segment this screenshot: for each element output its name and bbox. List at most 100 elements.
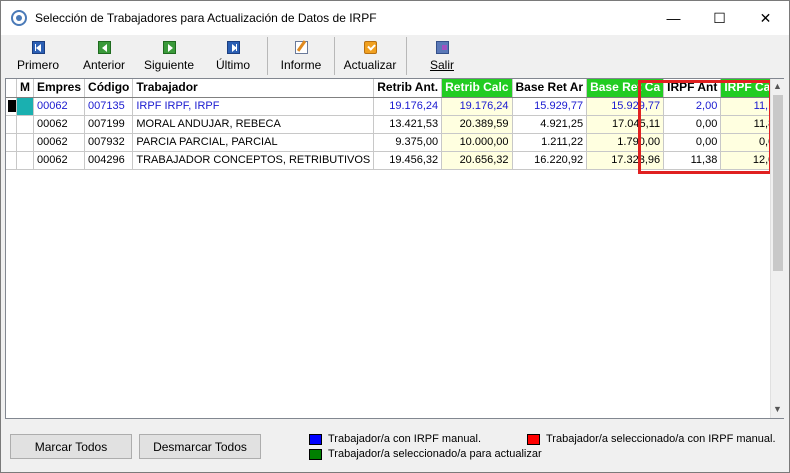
base-ret-ant-cell: 4.921,25	[512, 115, 588, 134]
empresa-cell: 00062	[33, 97, 86, 116]
exit-icon	[435, 41, 449, 54]
row-indicator	[6, 151, 17, 170]
last-icon	[226, 41, 240, 54]
next-label: Siguiente	[143, 58, 195, 72]
header-codigo[interactable]: Código	[84, 79, 134, 98]
irpf-ant-cell: 0,00	[663, 133, 722, 152]
legend-manual: Trabajador/a con IRPF manual.	[309, 433, 481, 445]
base-ret-ant-cell: 16.220,92	[512, 151, 588, 170]
toolbar: Primero Anterior Siguiente Último Inform…	[1, 35, 789, 77]
scroll-thumb[interactable]	[773, 95, 783, 271]
retrib-calc-cell: 10.000,00	[441, 133, 513, 152]
window-title: Selección de Trabajadores para Actualiza…	[35, 11, 377, 25]
base-ret-ant-cell: 15.929,77	[512, 97, 588, 116]
last-label: Último	[215, 58, 250, 72]
report-label: Informe	[280, 58, 322, 72]
unmark-all-button[interactable]: Desmarcar Todos	[139, 434, 261, 459]
app-logo-icon	[11, 10, 27, 26]
previous-icon	[97, 41, 111, 54]
legend-manual-label: Trabajador/a con IRPF manual.	[328, 433, 482, 445]
report-button[interactable]: Informe	[273, 37, 329, 75]
empresa-cell: 00062	[33, 133, 86, 152]
table-row[interactable]: 00062 007932 PARCIA PARCIAL, PARCIAL 9.3…	[6, 133, 785, 152]
maximize-button[interactable]: ☐	[697, 1, 742, 35]
mark-cell[interactable]	[16, 97, 34, 116]
base-ret-ant-cell: 1.211,22	[512, 133, 588, 152]
mark-cell[interactable]	[16, 151, 34, 170]
first-icon	[31, 41, 45, 54]
base-ret-calc-cell: 17.323,96	[586, 151, 665, 170]
update-label: Actualizar	[343, 58, 397, 72]
header-irpf-ant[interactable]: IRPF Ant	[663, 79, 722, 98]
next-button[interactable]: Siguiente	[139, 37, 199, 75]
row-indicator	[6, 115, 17, 134]
retrib-ant-cell: 19.176,24	[373, 97, 443, 116]
legend-swatch-red	[527, 433, 540, 445]
vertical-scrollbar[interactable]: ▲ ▼	[770, 79, 784, 418]
header-trabajador[interactable]: Trabajador	[132, 79, 375, 98]
toolbar-separator	[267, 37, 268, 75]
trabajador-cell: PARCIA PARCIAL, PARCIAL	[132, 133, 375, 152]
legend-selected-update: Trabajador/a seleccionado/a para actuali…	[309, 448, 542, 460]
previous-label: Anterior	[82, 58, 126, 72]
last-button[interactable]: Último	[205, 37, 261, 75]
base-ret-calc-cell: 1.790,00	[586, 133, 665, 152]
trabajador-cell: IRPF IRPF, IRPF	[132, 97, 375, 116]
retrib-ant-cell: 19.456,32	[373, 151, 443, 170]
minimize-button[interactable]: —	[651, 1, 696, 35]
row-indicator	[6, 133, 17, 152]
header-base-ret-calc[interactable]: Base Ret Ca	[586, 79, 665, 98]
header-mark[interactable]: M	[16, 79, 34, 98]
table-row[interactable]: 00062 007135 IRPF IRPF, IRPF 19.176,24 1…	[6, 97, 785, 116]
mark-cell[interactable]	[16, 115, 34, 134]
retrib-calc-cell: 19.176,24	[441, 97, 513, 116]
irpf-ant-cell: 0,00	[663, 115, 722, 134]
legend-swatch-green	[309, 448, 322, 460]
scroll-down-icon[interactable]: ▼	[773, 404, 782, 414]
workers-table: M Empres Código Trabajador Retrib Ant. R…	[6, 79, 785, 170]
mark-cell[interactable]	[16, 133, 34, 152]
irpf-ant-cell: 2,00	[663, 97, 722, 116]
header-indicator	[6, 79, 17, 98]
scroll-up-icon[interactable]: ▲	[773, 81, 782, 91]
irpf-ant-cell: 11,38	[663, 151, 722, 170]
close-button[interactable]: ✕	[743, 1, 788, 35]
workers-grid: M Empres Código Trabajador Retrib Ant. R…	[5, 78, 785, 419]
toolbar-separator	[334, 37, 335, 75]
legend-swatch-blue	[309, 433, 322, 445]
trabajador-cell: TRABAJADOR CONCEPTOS, RETRIBUTIVOS	[132, 151, 375, 170]
retrib-calc-cell: 20.389,59	[441, 115, 513, 134]
codigo-cell: 007135	[84, 97, 134, 116]
legend-selected-manual: Trabajador/a seleccionado/a con IRPF man…	[527, 433, 776, 445]
title-bar: Selección de Trabajadores para Actualiza…	[1, 1, 789, 35]
row-pointer-icon	[8, 100, 16, 112]
mark-all-button[interactable]: Marcar Todos	[10, 434, 132, 459]
header-retrib-calc[interactable]: Retrib Calc	[441, 79, 513, 98]
current-row-indicator	[6, 97, 17, 116]
next-icon	[162, 41, 176, 54]
table-row[interactable]: 00062 004296 TRABAJADOR CONCEPTOS, RETRI…	[6, 151, 785, 170]
table-row[interactable]: 00062 007199 MORAL ANDUJAR, REBECA 13.42…	[6, 115, 785, 134]
exit-label: Salir	[429, 58, 454, 72]
header-base-ret-ant[interactable]: Base Ret Ar	[512, 79, 588, 98]
legend-selected-manual-label: Trabajador/a seleccionado/a con IRPF man…	[546, 433, 776, 445]
exit-button[interactable]: Salir	[421, 37, 463, 75]
codigo-cell: 007932	[84, 133, 134, 152]
first-button[interactable]: Primero	[9, 37, 67, 75]
legend-selected-update-label: Trabajador/a seleccionado/a para actuali…	[328, 448, 542, 460]
previous-button[interactable]: Anterior	[73, 37, 135, 75]
retrib-ant-cell: 9.375,00	[373, 133, 443, 152]
retrib-ant-cell: 13.421,53	[373, 115, 443, 134]
trabajador-cell: MORAL ANDUJAR, REBECA	[132, 115, 375, 134]
header-retrib-ant[interactable]: Retrib Ant.	[373, 79, 443, 98]
codigo-cell: 004296	[84, 151, 134, 170]
app-window: Selección de Trabajadores para Actualiza…	[0, 0, 790, 473]
retrib-calc-cell: 20.656,32	[441, 151, 513, 170]
base-ret-calc-cell: 15.929,77	[586, 97, 665, 116]
empresa-cell: 00062	[33, 115, 86, 134]
header-empresa[interactable]: Empres	[33, 79, 86, 98]
update-button[interactable]: Actualizar	[339, 37, 401, 75]
update-icon	[363, 41, 377, 54]
codigo-cell: 007199	[84, 115, 134, 134]
first-label: Primero	[16, 58, 59, 72]
